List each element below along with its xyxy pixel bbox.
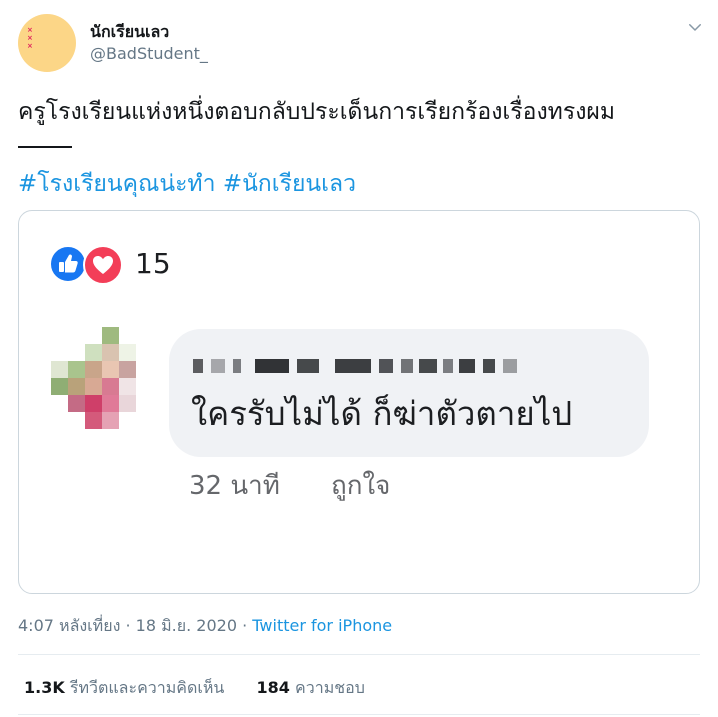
love-icon (83, 245, 123, 285)
chevron-down-icon[interactable] (686, 18, 704, 36)
hashtag-link[interactable]: #นักเรียนเลว (223, 171, 356, 197)
handle[interactable]: @BadStudent_ (90, 44, 208, 63)
hashtags: #โรงเรียนคุณน่ะทำ #นักเรียนเลว (18, 166, 356, 202)
tweet-source-link[interactable]: Twitter for iPhone (252, 616, 392, 635)
display-name[interactable]: นักเรียนเลว (90, 20, 169, 45)
commenter-name-redacted (193, 359, 523, 373)
like-icon (49, 245, 87, 283)
meta-separator: · (242, 616, 248, 635)
retweets-count: 1.3K (24, 678, 65, 697)
media-image[interactable]: 15 ใครรับไม่ได้ ก็ฆ่าตัวตายไป 32 นาที ถู… (18, 210, 700, 594)
likes-count: 184 (256, 678, 290, 697)
tweet-meta: 4:07 หลังเที่ยง · 18 มิ.ย. 2020 · Twitte… (18, 614, 392, 639)
likes-label: ความชอบ (295, 678, 365, 697)
retweets-label: รีทวีตและความคิดเห็น (69, 678, 225, 697)
divider (18, 714, 700, 715)
avatar[interactable]: × × × (18, 14, 76, 72)
hashtag-link[interactable]: #โรงเรียนคุณน่ะทำ (18, 171, 216, 197)
comment-bubble: ใครรับไม่ได้ ก็ฆ่าตัวตายไป (169, 329, 649, 457)
tweet-date[interactable]: 18 มิ.ย. 2020 (136, 616, 237, 635)
tweet-header: × × × นักเรียนเลว @BadStudent_ (18, 14, 708, 74)
comment-like-button: ถูกใจ (331, 471, 391, 501)
likes-stat[interactable]: 184 ความชอบ (257, 678, 365, 697)
text-separator (18, 146, 72, 148)
tweet-stats: 1.3K รีทวีตและความคิดเห็น 184 ความชอบ (24, 676, 365, 701)
avatar-mark-icon: × × × (27, 26, 33, 50)
comment-time: 32 นาที (189, 471, 280, 501)
divider (18, 654, 700, 655)
tweet-text: ครูโรงเรียนแห่งหนึ่งตอบกลับประเด็นการเรี… (18, 99, 616, 125)
retweets-stat[interactable]: 1.3K รีทวีตและความคิดเห็น (24, 678, 229, 697)
comment-text: ใครรับไม่ได้ ก็ฆ่าตัวตายไป (191, 394, 573, 433)
meta-separator: · (125, 616, 131, 635)
tweet-time[interactable]: 4:07 หลังเที่ยง (18, 616, 120, 635)
commenter-avatar-blurred (51, 327, 139, 429)
reaction-count: 15 (135, 247, 171, 280)
